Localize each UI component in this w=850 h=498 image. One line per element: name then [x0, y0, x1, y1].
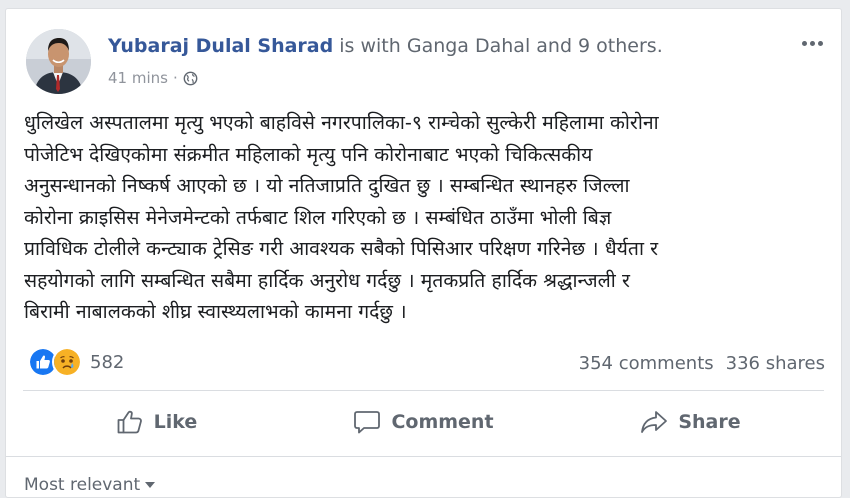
post-body-line: अनुसन्धानको निष्कर्ष आएको छ । यो नतिजाप्…: [24, 174, 630, 197]
more-dot-icon: [809, 40, 815, 46]
reaction-count: 582: [90, 351, 125, 373]
post-meta: 41 mins ·: [108, 69, 198, 87]
like-button[interactable]: Like: [23, 397, 290, 447]
reactions-summary[interactable]: 582: [28, 347, 124, 377]
like-button-label: Like: [153, 411, 198, 433]
more-options-button[interactable]: [795, 31, 829, 55]
comment-button-label: Comment: [391, 411, 494, 433]
divider: [23, 390, 824, 391]
engagement-stats: 354 comments 336 shares: [579, 353, 825, 374]
divider: [6, 456, 841, 457]
post-body-line: पोजेटिभ देखिएकोमा संक्रमीत महिलाको मृत्य…: [24, 142, 593, 166]
comments-filter-dropdown[interactable]: Most relevant: [24, 475, 156, 495]
meta-separator: ·: [172, 69, 178, 87]
post-body-line: बिरामी नाबालकको शीघ्र स्वास्थ्यलाभको काम…: [24, 300, 407, 323]
post-body-line: कोरोना क्राइसिस मेनेजमेन्टको तर्फबाट शिल…: [24, 205, 612, 229]
comment-bubble-icon: [354, 411, 381, 434]
share-arrow-icon: [641, 411, 668, 433]
comment-button[interactable]: Comment: [290, 397, 557, 447]
avatar[interactable]: [26, 29, 91, 94]
share-button[interactable]: Share: [557, 397, 824, 447]
more-dot-icon: [817, 40, 823, 46]
sad-reaction-icon: [52, 347, 82, 377]
tagged-with-text[interactable]: is with Ganga Dahal and 9 others.: [333, 35, 662, 57]
post-body-line: धुलिखेल अस्पतालमा मृत्यु भएको बाहविसे नग…: [24, 111, 659, 134]
post-body-line: सहयोगको लागि सम्बन्धित सबैमा हार्दिक अनु…: [24, 268, 630, 292]
shares-count-link[interactable]: 336 shares: [726, 353, 825, 374]
share-button-label: Share: [678, 411, 741, 433]
avatar-photo: [26, 29, 91, 94]
author-name[interactable]: Yubaraj Dulal Sharad: [108, 35, 333, 57]
post-header: Yubaraj Dulal Sharad is with Ganga Dahal…: [108, 35, 663, 57]
post-card: Yubaraj Dulal Sharad is with Ganga Dahal…: [5, 8, 842, 498]
post-time[interactable]: 41 mins: [108, 69, 168, 87]
globe-icon[interactable]: [183, 71, 198, 86]
more-dot-icon: [801, 40, 807, 46]
comments-filter-label: Most relevant: [24, 475, 141, 495]
action-bar: Like Comment Share: [23, 397, 824, 447]
post-body: धुलिखेल अस्पतालमा मृत्यु भएको बाहविसे नग…: [24, 107, 834, 328]
post-body-line: प्राविधिक टोलीले कन्ट्याक ट्रेसिङ गरी आव…: [24, 237, 659, 260]
caret-down-icon: [145, 482, 156, 488]
thumbs-up-icon: [117, 410, 142, 434]
comments-count-link[interactable]: 354 comments: [579, 353, 714, 374]
